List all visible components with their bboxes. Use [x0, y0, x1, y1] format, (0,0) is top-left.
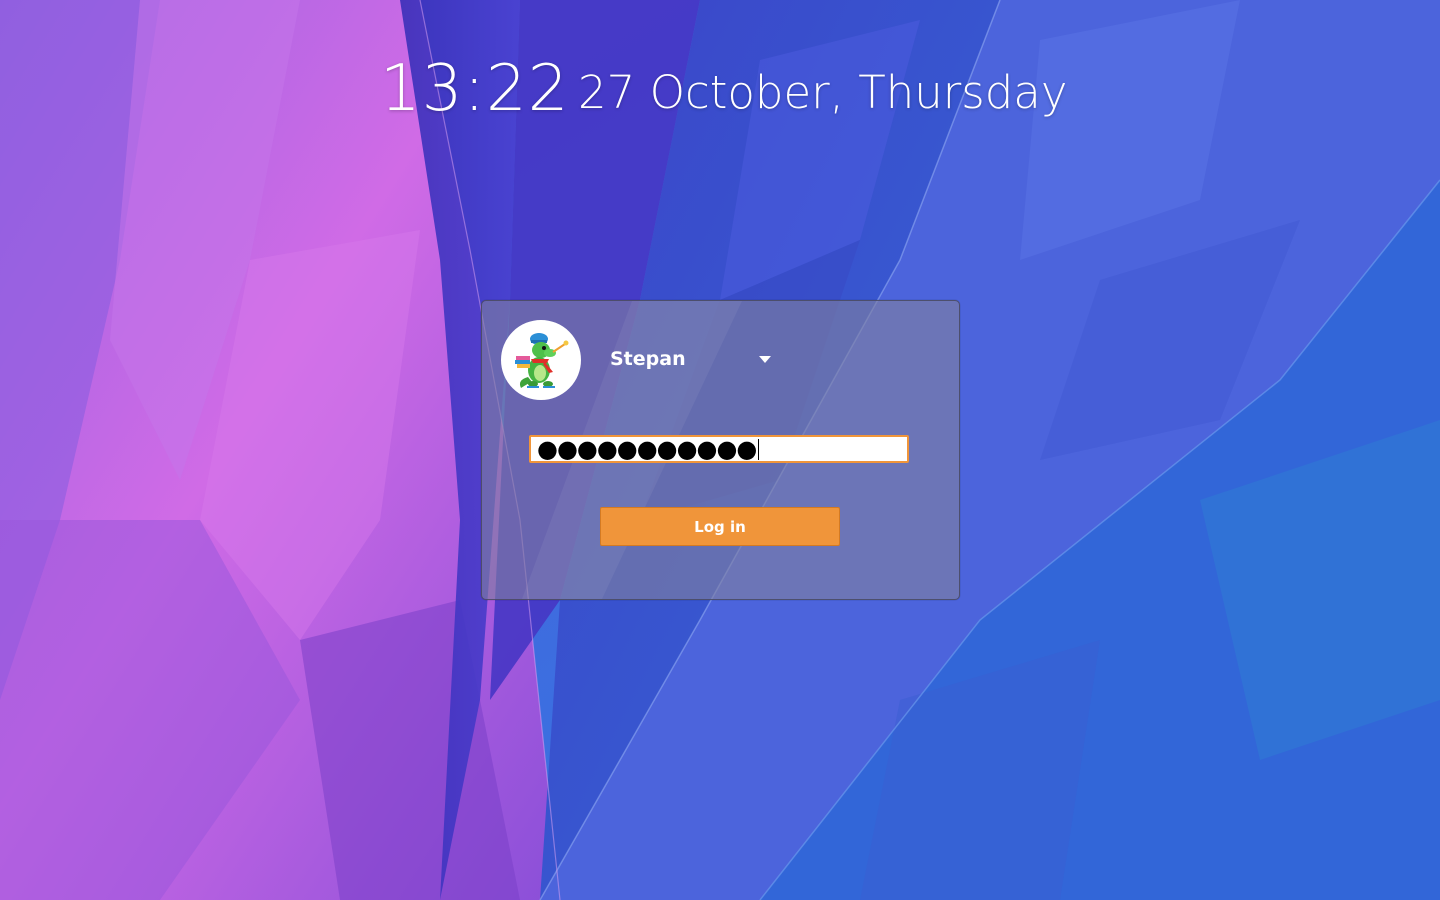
- user-selector[interactable]: Stepan: [602, 344, 782, 374]
- login-screen: 13:22 27 October, Thursday Stepan ●●●●●●…: [0, 0, 1440, 900]
- password-input[interactable]: ●●●●●●●●●●●: [529, 435, 909, 463]
- clock-date: 27 October, Thursday: [578, 66, 1068, 119]
- text-caret: [758, 438, 760, 460]
- user-name: Stepan: [610, 348, 686, 370]
- clock: 13:22 27 October, Thursday: [0, 50, 1440, 130]
- password-value: ●●●●●●●●●●●: [537, 435, 757, 463]
- clock-time: 13:22: [380, 52, 570, 126]
- login-panel: Stepan ●●●●●●●●●●● Log in: [481, 300, 960, 600]
- user-avatar[interactable]: [501, 320, 581, 400]
- chevron-down-icon[interactable]: [759, 356, 771, 363]
- login-button[interactable]: Log in: [600, 507, 840, 546]
- konqi-dragon-avatar-icon: [503, 322, 579, 398]
